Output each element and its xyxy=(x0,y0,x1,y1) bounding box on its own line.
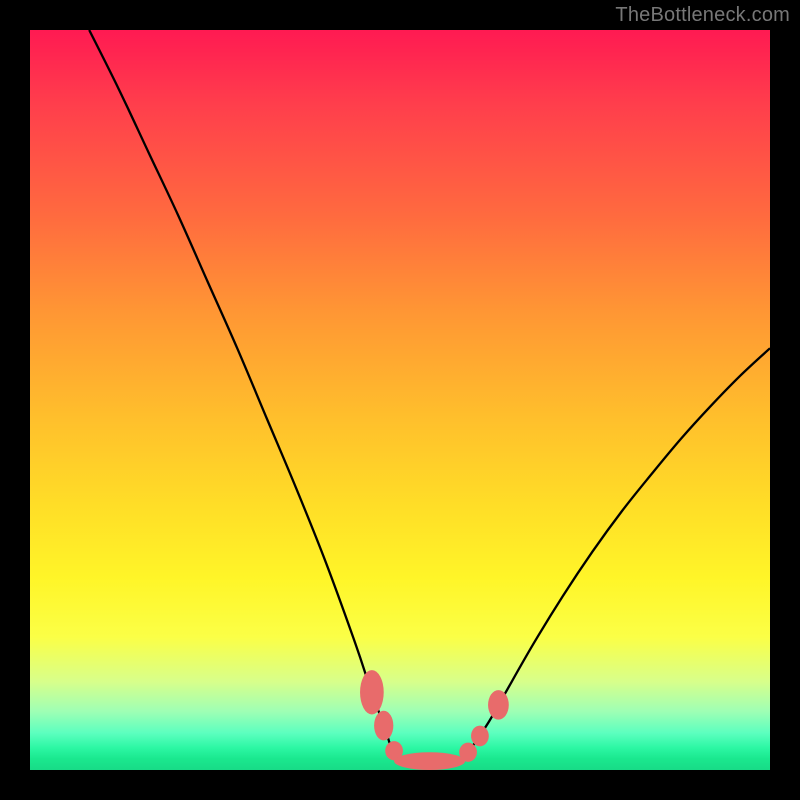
marker-left-cluster-lower xyxy=(374,711,393,741)
marker-trough-band xyxy=(394,752,465,770)
chart-plot-area xyxy=(30,30,770,770)
curve-left-curve xyxy=(89,30,400,761)
marker-right-cluster-upper xyxy=(488,690,509,720)
chart-frame: TheBottleneck.com xyxy=(0,0,800,800)
curve-group xyxy=(89,30,770,763)
marker-left-cluster-upper xyxy=(360,670,384,714)
marker-right-single-mid xyxy=(471,726,489,747)
watermark-text: TheBottleneck.com xyxy=(615,4,790,27)
marker-right-single-low xyxy=(459,743,477,762)
chart-svg xyxy=(30,30,770,770)
marker-group xyxy=(360,670,509,770)
